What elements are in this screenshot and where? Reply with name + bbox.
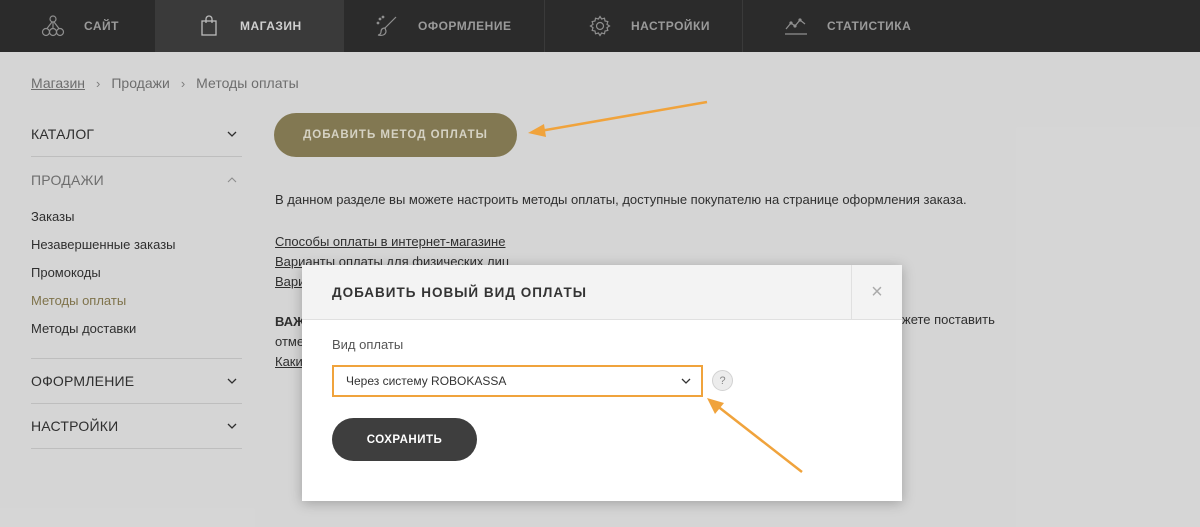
help-icon[interactable]: ? xyxy=(712,370,733,391)
modal-title: Добавить новый вид оплаты xyxy=(332,284,587,300)
modal-header: Добавить новый вид оплаты × xyxy=(302,264,902,320)
nav-item-statistics[interactable]: Статистика xyxy=(743,0,943,52)
gear-icon xyxy=(587,13,613,39)
payment-type-label: Вид оплаты xyxy=(332,337,404,352)
chevron-down-icon xyxy=(681,378,691,384)
close-icon[interactable]: × xyxy=(851,264,902,320)
save-button[interactable]: Сохранить xyxy=(332,418,477,461)
nav-label-site: Сайт xyxy=(84,19,119,33)
nav-label-design: Оформление xyxy=(418,19,512,33)
nav-label-settings: Настройки xyxy=(631,19,710,33)
nav-label-shop: Магазин xyxy=(240,19,302,33)
nav-label-statistics: Статистика xyxy=(827,19,912,33)
nav-item-design[interactable]: Оформление xyxy=(344,0,545,52)
add-payment-type-modal: Добавить новый вид оплаты × Вид оплаты Ч… xyxy=(302,264,902,501)
brush-icon xyxy=(374,13,400,39)
shopping-bag-icon xyxy=(196,13,222,39)
nav-item-settings[interactable]: Настройки xyxy=(545,0,743,52)
payment-type-select[interactable]: Через систему ROBOKASSA xyxy=(332,365,703,397)
chart-icon xyxy=(783,13,809,39)
nav-item-shop[interactable]: Магазин xyxy=(156,0,344,52)
top-navigation: Сайт Магазин Оформление Настройки xyxy=(0,0,1200,52)
nav-item-site[interactable]: Сайт xyxy=(0,0,156,52)
site-tree-icon xyxy=(40,13,66,39)
payment-type-select-value: Через систему ROBOKASSA xyxy=(346,374,507,388)
